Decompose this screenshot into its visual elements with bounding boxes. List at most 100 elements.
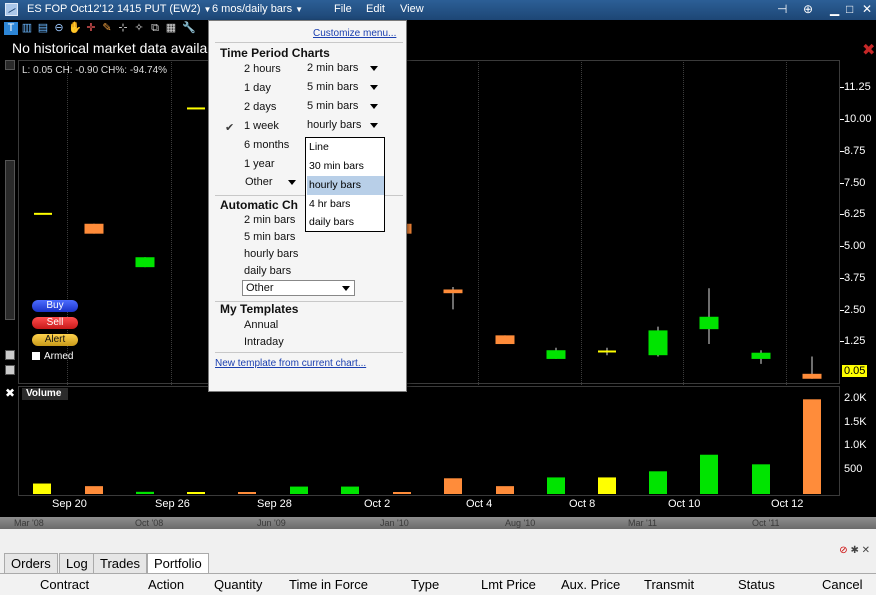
overview-label: Oct '11: [752, 518, 780, 528]
template-annual[interactable]: Annual: [244, 319, 278, 331]
period-2-days[interactable]: 2 days: [244, 101, 276, 113]
candle-body: [187, 107, 205, 110]
panel-controls: ⊘ ✱ ✕: [839, 545, 870, 556]
overview-label: Oct '08: [135, 518, 164, 528]
column-header[interactable]: Transmit: [644, 577, 694, 592]
automatic-section-title: Automatic Ch: [220, 198, 298, 212]
auto-5-min-bars[interactable]: 5 min bars: [244, 231, 295, 243]
dropdown-option-daily[interactable]: daily bars: [307, 213, 384, 232]
chevron-down-icon: [370, 104, 378, 109]
column-header[interactable]: Lmt Price: [481, 577, 536, 592]
volume-bar: [649, 471, 667, 494]
auto-2-min-bars[interactable]: 2 min bars: [244, 214, 295, 226]
bar-size-select-2-hours[interactable]: 2 min bars: [304, 61, 382, 77]
volume-bar: [598, 477, 616, 494]
candlestick-plot: [33, 107, 822, 494]
alert-button[interactable]: Alert: [32, 334, 78, 346]
last-price-marker: 0.05: [842, 365, 868, 377]
menu-separator: [215, 352, 403, 353]
period-1-day[interactable]: 1 day: [244, 82, 271, 94]
chevron-down-icon: [370, 85, 378, 90]
x-axis-label: Oct 4: [466, 498, 493, 510]
period-1-week[interactable]: 1 week: [244, 120, 279, 132]
period-2-hours[interactable]: 2 hours: [244, 63, 281, 75]
column-header[interactable]: Quantity: [214, 577, 262, 592]
templates-section-title: My Templates: [220, 302, 299, 316]
dropdown-option-4-hr[interactable]: 4 hr bars: [307, 195, 384, 214]
volume-tick-label: 500: [844, 463, 863, 475]
overview-label: Mar '11: [628, 518, 658, 528]
column-header[interactable]: Contract: [40, 577, 89, 592]
bar-size-dropdown-list: Line 30 min bars hourly bars 4 hr bars d…: [305, 137, 385, 232]
volume-bar: [290, 486, 308, 494]
x-axis-label: Oct 2: [364, 498, 391, 510]
bar-size-select-2-days[interactable]: 5 min bars: [304, 99, 382, 115]
column-header[interactable]: Cancel: [822, 577, 862, 592]
bar-size-select-1-week[interactable]: hourly bars: [304, 118, 382, 134]
x-axis-label: Sep 28: [257, 498, 292, 510]
volume-bar: [393, 492, 411, 494]
volume-bar: [85, 486, 103, 494]
settings-icon[interactable]: ✱: [850, 545, 858, 556]
checkbox-icon[interactable]: [32, 352, 40, 360]
volume-tick-label: 1.0K: [844, 439, 867, 451]
no-entry-icon[interactable]: ⊘: [839, 545, 847, 556]
dropdown-option-hourly[interactable]: hourly bars: [307, 176, 384, 195]
sell-button[interactable]: Sell: [32, 317, 78, 329]
candle-body: [546, 350, 566, 359]
menu-separator: [215, 42, 403, 43]
column-header[interactable]: Action: [148, 577, 184, 592]
dropdown-option-30-min[interactable]: 30 min bars: [307, 157, 384, 176]
x-axis-label: Oct 8: [569, 498, 596, 510]
price-tick-label: 8.75: [844, 145, 866, 157]
volume-bar: [752, 464, 770, 494]
overview-label: Jan '10: [380, 518, 409, 528]
volume-bar: [341, 486, 359, 494]
auto-other-select[interactable]: Other: [242, 280, 355, 296]
price-tick-label: 1.25: [844, 335, 866, 347]
candle-body: [751, 352, 771, 359]
x-axis-label: Oct 12: [771, 498, 804, 510]
price-tick-label: 10.00: [844, 113, 872, 125]
armed-label: Armed: [44, 351, 74, 362]
new-template-link[interactable]: New template from current chart...: [215, 358, 366, 369]
armed-checkbox[interactable]: Armed: [32, 351, 73, 362]
column-header[interactable]: Time in Force: [289, 577, 368, 592]
tab-log[interactable]: Log: [59, 553, 95, 573]
checkmark-icon: ✔: [225, 122, 235, 134]
column-header[interactable]: Type: [411, 577, 439, 592]
column-header[interactable]: Status: [738, 577, 775, 592]
close-volume-icon[interactable]: ✖: [5, 386, 15, 400]
period-other-select[interactable]: Other: [242, 175, 300, 191]
chart-window: ES FOP Oct12'12 1415 PUT (EW2) ▼ 6 mos/da…: [0, 0, 876, 595]
volume-bar: [33, 483, 51, 494]
chevron-down-icon: [342, 286, 350, 291]
close-panel-icon[interactable]: ✕: [862, 545, 870, 556]
customize-menu-link[interactable]: Customize menu...: [313, 28, 396, 39]
chevron-down-icon: [370, 123, 378, 128]
tab-trades[interactable]: Trades: [93, 553, 147, 573]
chevron-down-icon: [370, 66, 378, 71]
overview-label: Mar '08: [14, 518, 44, 528]
auto-daily-bars[interactable]: daily bars: [244, 265, 291, 277]
candle-body: [598, 350, 616, 353]
period-1-year[interactable]: 1 year: [244, 158, 275, 170]
candle-body: [443, 289, 463, 294]
time-period-section-title: Time Period Charts: [220, 46, 330, 60]
price-tick-label: 2.50: [844, 304, 866, 316]
overview-label: Jun '09: [257, 518, 286, 528]
column-header[interactable]: Aux. Price: [561, 577, 620, 592]
tab-portfolio[interactable]: Portfolio: [147, 553, 209, 573]
overview-label: Aug '10: [505, 518, 536, 528]
buy-button[interactable]: Buy: [32, 300, 78, 312]
volume-bar: [547, 477, 565, 494]
price-tick-label: 7.50: [844, 177, 866, 189]
candle-body: [495, 335, 515, 345]
bar-size-select-1-day[interactable]: 5 min bars: [304, 80, 382, 96]
auto-hourly-bars[interactable]: hourly bars: [244, 248, 298, 260]
period-6-months[interactable]: 6 months: [244, 139, 289, 151]
dropdown-option-line[interactable]: Line: [307, 138, 384, 157]
tab-orders[interactable]: Orders: [4, 553, 58, 573]
template-intraday[interactable]: Intraday: [244, 336, 284, 348]
timeline-overview-scrollbar[interactable]: Mar '08 Oct '08 Jun '09 Jan '10 Aug '10 …: [0, 517, 876, 529]
